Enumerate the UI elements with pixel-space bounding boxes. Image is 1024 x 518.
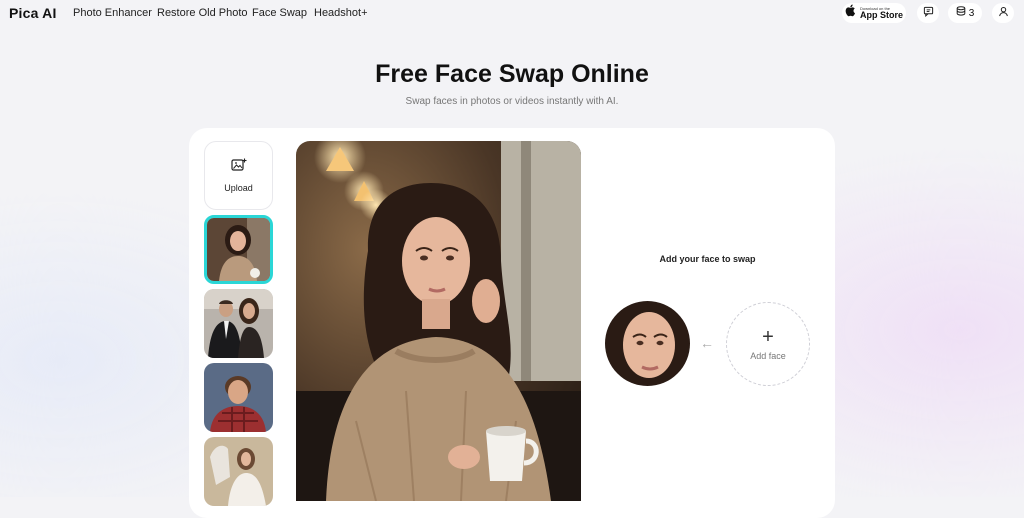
message-icon [923,4,934,22]
template-thumbnail-woman-sweater[interactable] [204,215,273,284]
apple-icon [845,4,857,22]
plus-icon: + [762,326,774,348]
main-photo-preview [296,141,581,501]
credits-count: 3 [968,7,975,19]
upload-label: Upload [224,183,253,193]
page-subtitle: Swap faces in photos or videos instantly… [405,96,619,107]
nav-link-face-swap[interactable]: Face Swap [252,7,307,19]
upload-button[interactable]: Upload [204,141,273,210]
app-store-button[interactable]: Download on the App Store [842,3,906,23]
source-face-preview [605,301,690,386]
nav-link-photo-enhancer[interactable]: Photo Enhancer [73,7,152,19]
feedback-button[interactable] [917,3,939,23]
add-face-label: Add face [750,351,786,361]
account-button[interactable] [992,3,1014,23]
nav-link-headshot[interactable]: Headshot+ [314,7,368,19]
template-thumbnail-couple[interactable] [204,289,273,358]
template-thumbnail-boy[interactable] [204,363,273,432]
arrow-left-icon: ← [700,335,714,351]
page-title: Free Face Swap Online [375,60,649,88]
stack-icon [956,4,966,22]
user-icon [998,4,1009,22]
nav-link-restore-old-photo[interactable]: Restore Old Photo [157,7,248,19]
add-face-button[interactable]: + Add face [726,302,810,386]
add-face-heading: Add your face to swap [659,254,756,264]
app-store-label: App Store [860,9,904,20]
logo[interactable]: Pica AI [9,5,57,21]
template-thumbnail-woman-horse[interactable] [204,437,273,506]
top-nav: Pica AI Photo Enhancer Restore Old Photo… [0,0,1024,26]
image-upload-icon [230,158,247,177]
credits-button[interactable]: 3 [948,3,982,23]
